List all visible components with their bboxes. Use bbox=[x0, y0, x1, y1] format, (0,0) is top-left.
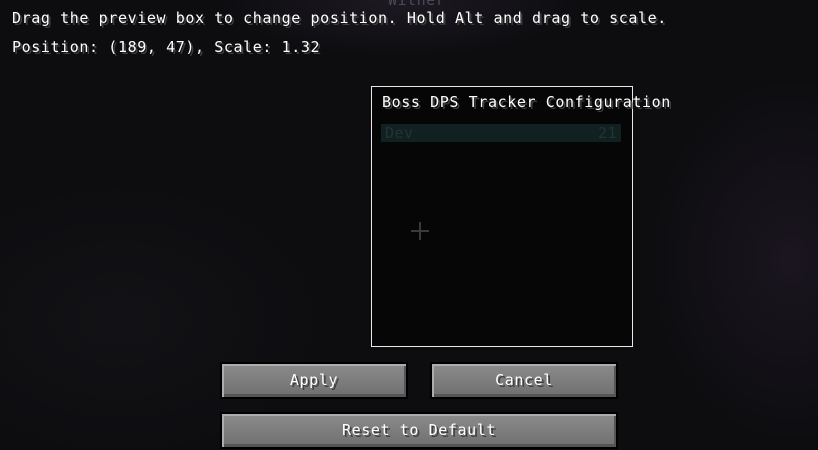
list-item: Dev 21 bbox=[381, 124, 621, 142]
cancel-button[interactable]: Cancel bbox=[430, 362, 618, 399]
reset-to-default-button[interactable]: Reset to Default bbox=[220, 412, 618, 449]
position-scale-readout: Position: (189, 47), Scale: 1.32 bbox=[12, 38, 321, 56]
apply-button[interactable]: Apply bbox=[220, 362, 408, 399]
preview-box[interactable]: Boss DPS Tracker Configuration Dev 21 bbox=[371, 86, 670, 347]
preview-title: Boss DPS Tracker Configuration bbox=[382, 93, 671, 111]
player-name: Dev bbox=[385, 124, 414, 142]
background-boss-name: Wither bbox=[388, 0, 446, 9]
player-dps-value: 21 bbox=[597, 124, 617, 142]
instructions-text: Drag the preview box to change position.… bbox=[12, 9, 667, 27]
crosshair-icon bbox=[411, 222, 429, 240]
